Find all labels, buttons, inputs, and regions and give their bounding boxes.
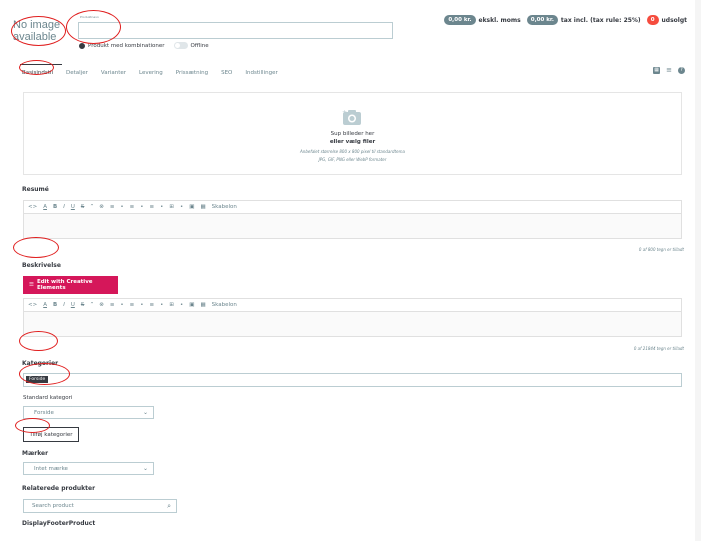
camera-icon: + [342,109,361,125]
default-category-value: Forside [34,409,54,416]
source-code-icon[interactable]: <> [28,204,37,210]
combination-radio[interactable] [79,42,85,49]
default-category-select[interactable]: Forside ⌄ [23,406,154,419]
annotation-ellipse [19,60,54,75]
bold-icon[interactable]: B [53,204,57,210]
media-icon[interactable]: ▦ [200,204,205,210]
numbered-list-icon[interactable]: ≡ [150,204,155,210]
table-icon[interactable]: ⊞ [169,204,174,210]
offline-label: Offline [190,42,209,49]
numbered-list-icon[interactable]: ≡ [150,302,155,308]
quote-icon[interactable]: ” [90,302,93,308]
image-icon[interactable]: ▣ [189,302,194,308]
link-icon[interactable]: ⊗ [99,204,104,210]
annotation-ellipse [19,363,70,385]
chevron-down-icon: ⌄ [142,409,148,416]
price-incl-badge: 0,00 kr. [526,15,558,25]
bold-icon[interactable]: B [53,302,57,308]
bullet-list-icon[interactable]: ≡ [130,204,135,210]
text-color-icon[interactable]: A [43,204,47,210]
related-product-search[interactable]: Search product ⌕ [23,499,177,513]
annotation-ellipse [15,418,50,433]
italic-icon[interactable]: I [63,302,65,308]
brand-value: Intet mærke [34,465,68,472]
tab-settings[interactable]: Indstillinger [245,70,277,76]
media-icon[interactable]: ▦ [200,302,205,308]
bullet-list-icon[interactable]: ≡ [130,302,135,308]
template-dropdown[interactable]: Skabelon [212,302,237,308]
menu-icon: ☰ [29,282,34,288]
numbered-list-dropdown-icon[interactable]: • [160,302,163,308]
tab-seo[interactable]: SEO [221,70,232,76]
table-dropdown-icon[interactable]: • [180,302,183,308]
categories-tag-field[interactable] [23,373,682,387]
price-excl-label: ekskl. moms [478,16,521,24]
align-icon[interactable]: ≡ [110,204,115,210]
align-icon[interactable]: ≡ [110,302,115,308]
chevron-down-icon: ⌄ [142,465,148,472]
default-category-label: Standard kategori [23,395,73,401]
tab-pricing[interactable]: Prissætning [176,70,208,76]
related-products-title: Relaterede produkter [22,485,96,492]
price-excl-badge: 0,00 kr. [444,15,476,25]
text-color-icon[interactable]: A [43,302,47,308]
grid-view-icon[interactable]: ▦ [653,66,661,74]
svg-text:+: + [342,109,347,116]
tab-details[interactable]: Detaljer [66,70,88,76]
summary-editor[interactable] [23,214,682,239]
display-footer-product-title: DisplayFooterProduct [22,520,96,527]
italic-icon[interactable]: I [63,204,65,210]
ce-button-label: Edit with Creative Elements [36,279,93,291]
page-scrollbar[interactable] [695,0,701,541]
strikethrough-icon[interactable]: S [81,204,85,210]
annotation-ellipse [19,331,58,351]
annotation-ellipse [66,10,121,44]
strikethrough-icon[interactable]: S [81,302,85,308]
brand-title: Mærker [22,450,49,457]
table-icon[interactable]: ⊞ [169,302,174,308]
source-code-icon[interactable]: <> [28,302,37,308]
product-tabs: Basisindstil Detaljer Varianter Levering… [22,70,278,76]
summary-editor-toolbar: <> A B I U S ” ⊗ ≡ • ≡ • ≡ • ⊞ • ▣ ▦ Ska… [23,200,682,214]
price-summary: 0,00 kr. ekskl. moms 0,00 kr. tax incl. … [444,15,687,25]
description-editor[interactable] [23,312,682,337]
template-dropdown[interactable]: Skabelon [212,204,237,210]
align-dropdown-icon[interactable]: • [120,302,123,308]
header-tools: ▦ ≡ ? [653,66,685,74]
dropzone-line2[interactable]: eller vælg filer [23,139,682,145]
summary-char-counter: 0 af 800 tegn er tilladt [638,247,684,252]
product-name-input[interactable] [78,22,393,39]
annotation-ellipse [13,237,59,258]
description-char-counter: 0 af 21844 tegn er tilladt [633,346,684,351]
edit-with-creative-elements-button[interactable]: ☰ Edit with Creative Elements [23,276,118,294]
numbered-list-dropdown-icon[interactable]: • [160,204,163,210]
tab-shipping[interactable]: Levering [139,70,163,76]
sold-label: udsolgt [661,16,687,24]
description-editor-toolbar: <> A B I U S ” ⊗ ≡ • ≡ • ≡ • ⊞ • ▣ ▦ Ska… [23,298,682,312]
underline-icon[interactable]: U [71,204,75,210]
link-icon[interactable]: ⊗ [99,302,104,308]
offline-toggle[interactable] [173,42,188,49]
quote-icon[interactable]: ” [90,204,93,210]
summary-title: Resumé [22,186,49,193]
help-icon[interactable]: ? [678,66,685,74]
underline-icon[interactable]: U [71,302,75,308]
tab-variants[interactable]: Varianter [101,70,126,76]
align-dropdown-icon[interactable]: • [120,204,123,210]
table-dropdown-icon[interactable]: • [180,204,183,210]
description-title: Beskrivelse [22,262,61,269]
brand-select[interactable]: Intet mærke ⌄ [23,462,154,475]
bullet-list-dropdown-icon[interactable]: • [140,302,143,308]
search-icon: ⌕ [167,502,171,510]
price-incl-label: tax incl. (tax rule: 25%) [560,16,641,24]
image-icon[interactable]: ▣ [189,204,194,210]
dropzone-line4: JPG, GIF, PNG eller WebP formater [318,157,387,162]
bullet-list-dropdown-icon[interactable]: • [140,204,143,210]
dropzone-line3: Anbefalet størrelse 800 x 800 pixel til … [300,149,405,154]
annotation-ellipse [11,16,66,46]
dropzone-line1: Sup billeder her [330,131,375,137]
list-view-icon[interactable]: ≡ [666,66,672,74]
sold-count-badge: 0 [646,15,659,25]
related-search-placeholder: Search product [32,503,74,509]
